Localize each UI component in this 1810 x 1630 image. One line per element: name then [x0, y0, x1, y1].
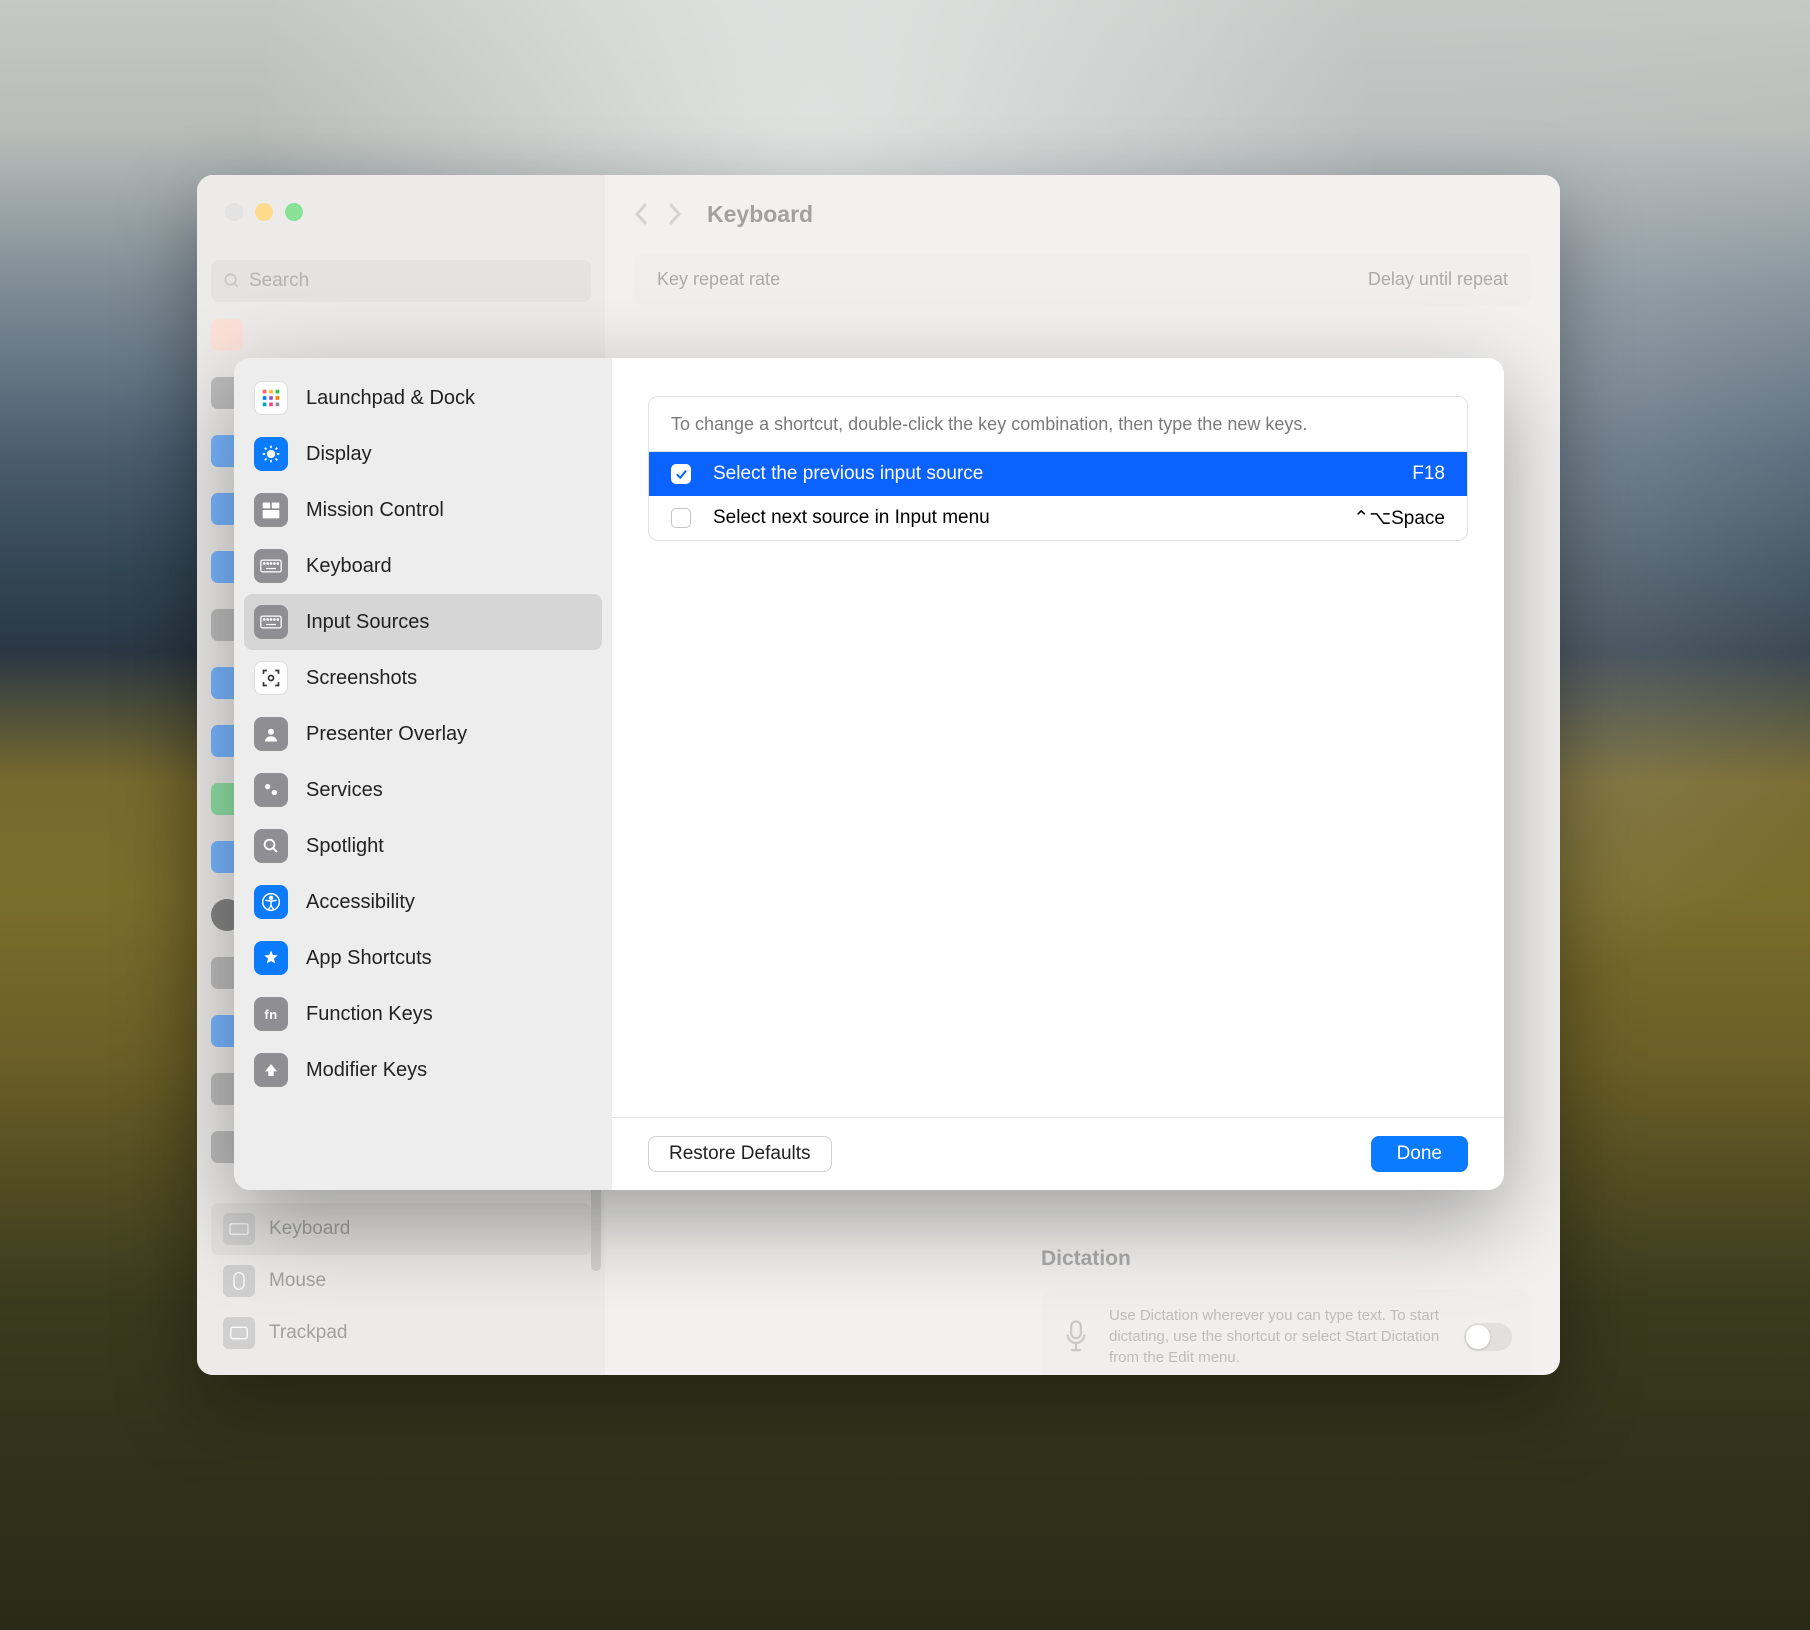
shortcut-instructions: To change a shortcut, double-click the k… [649, 397, 1467, 452]
category-label: Launchpad & Dock [306, 387, 475, 410]
done-label: Done [1397, 1143, 1442, 1165]
category-screenshots[interactable]: Screenshots [244, 650, 602, 706]
shortcut-label: Select the previous input source [713, 463, 1390, 485]
done-button[interactable]: Done [1371, 1136, 1468, 1172]
category-label: Input Sources [306, 611, 429, 634]
category-label: Services [306, 779, 383, 802]
category-label: Presenter Overlay [306, 723, 467, 746]
restore-defaults-button[interactable]: Restore Defaults [648, 1136, 832, 1172]
category-services[interactable]: Services [244, 762, 602, 818]
category-label: Screenshots [306, 667, 417, 690]
keyboard-shortcuts-sheet: Launchpad & Dock Display Mission Control Ke… [234, 358, 1504, 1190]
mission-icon [254, 493, 288, 527]
shortcut-label: Select next source in Input menu [713, 507, 1331, 529]
category-label: Modifier Keys [306, 1059, 427, 1082]
shortcut-key[interactable]: F18 [1412, 463, 1445, 485]
shortcut-row[interactable]: Select the previous input source F18 [649, 452, 1467, 496]
category-label: Spotlight [306, 835, 384, 858]
category-appshortcuts[interactable]: App Shortcuts [244, 930, 602, 986]
shortcut-content: To change a shortcut, double-click the k… [612, 358, 1504, 1117]
category-label: Accessibility [306, 891, 415, 914]
launchpad-icon [254, 381, 288, 415]
shortcuts-box: To change a shortcut, double-click the k… [648, 396, 1468, 541]
display-icon [254, 437, 288, 471]
modifier-icon [254, 1053, 288, 1087]
shortcut-sheet-main: To change a shortcut, double-click the k… [612, 358, 1504, 1190]
category-launchpad[interactable]: Launchpad & Dock [244, 370, 602, 426]
shortcut-key[interactable]: ⌃⌥Space [1353, 507, 1445, 530]
shortcut-row[interactable]: Select next source in Input menu ⌃⌥Space [649, 496, 1467, 540]
screenshots-icon [254, 661, 288, 695]
category-label: App Shortcuts [306, 947, 432, 970]
sheet-footer: Restore Defaults Done [612, 1117, 1504, 1190]
category-mission[interactable]: Mission Control [244, 482, 602, 538]
shortcut-category-sidebar: Launchpad & Dock Display Mission Control Ke… [234, 358, 612, 1190]
accessibility-icon [254, 885, 288, 919]
services-icon [254, 773, 288, 807]
presenter-icon [254, 717, 288, 751]
category-function[interactable]: fn Function Keys [244, 986, 602, 1042]
shortcut-checkbox[interactable] [671, 464, 691, 484]
category-input[interactable]: Input Sources [244, 594, 602, 650]
category-label: Display [306, 443, 372, 466]
input-icon [254, 605, 288, 639]
category-label: Function Keys [306, 1003, 433, 1026]
category-modifier[interactable]: Modifier Keys [244, 1042, 602, 1098]
shortcut-checkbox[interactable] [671, 508, 691, 528]
shortcut-list: Select the previous input sourceF18Selec… [649, 452, 1467, 540]
category-display[interactable]: Display [244, 426, 602, 482]
category-spotlight[interactable]: Spotlight [244, 818, 602, 874]
category-label: Keyboard [306, 555, 392, 578]
function-icon: fn [254, 997, 288, 1031]
category-presenter[interactable]: Presenter Overlay [244, 706, 602, 762]
category-accessibility[interactable]: Accessibility [244, 874, 602, 930]
keyboard-icon [254, 549, 288, 583]
appshortcuts-icon [254, 941, 288, 975]
category-label: Mission Control [306, 499, 444, 522]
restore-defaults-label: Restore Defaults [669, 1143, 811, 1165]
category-keyboard[interactable]: Keyboard [244, 538, 602, 594]
spotlight-icon [254, 829, 288, 863]
